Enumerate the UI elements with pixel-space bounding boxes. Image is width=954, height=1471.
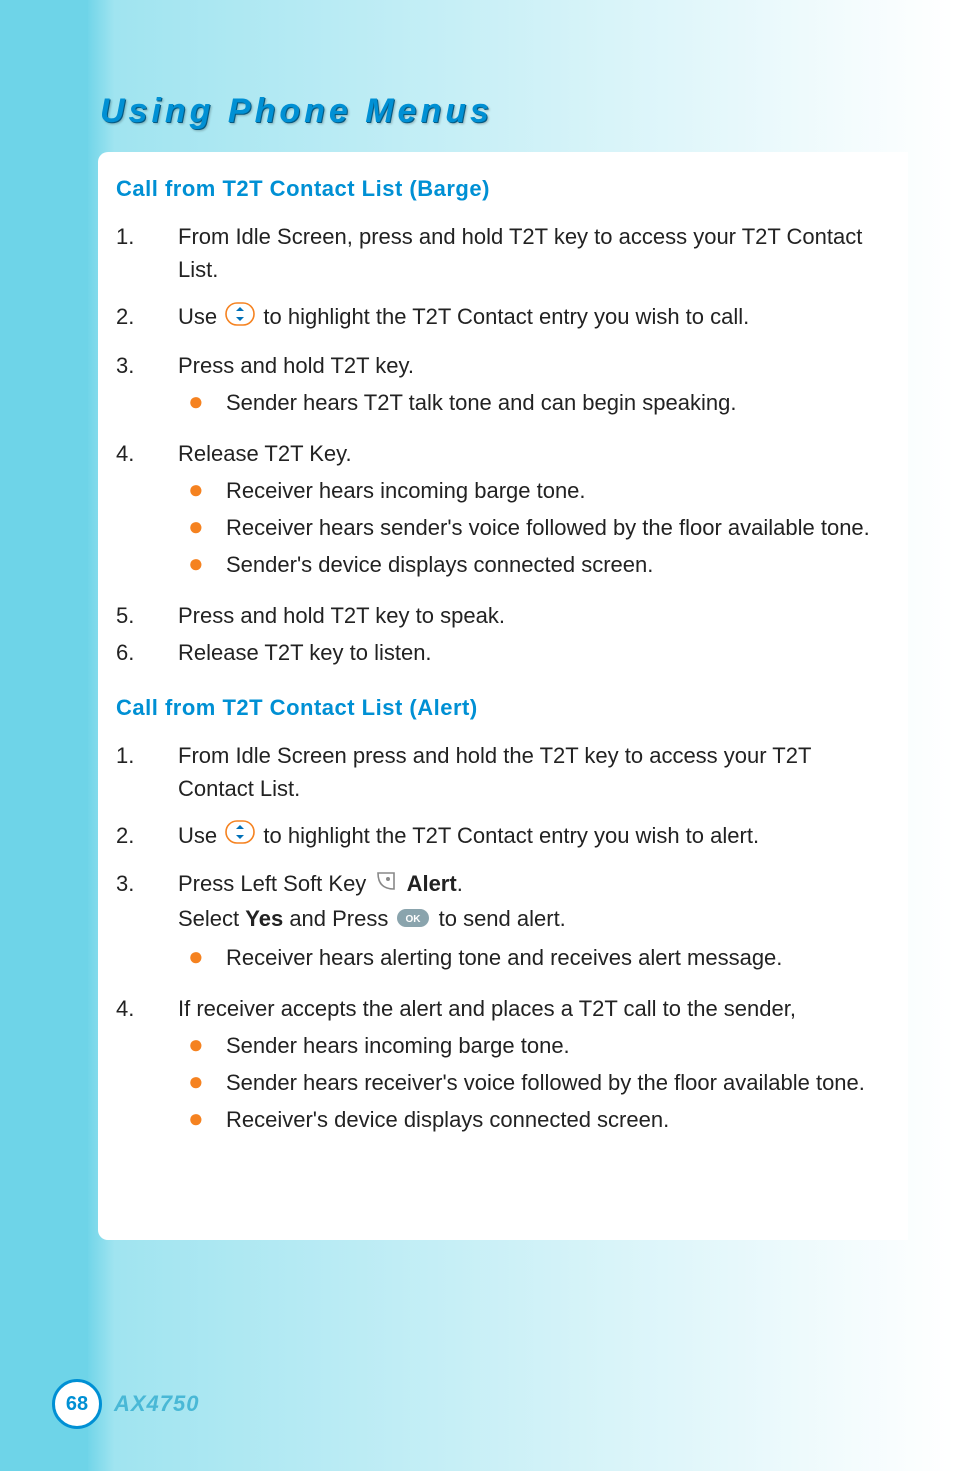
- bullet-text: Receiver hears sender's voice followed b…: [226, 511, 880, 544]
- bullet-dot-icon: ●: [178, 548, 226, 581]
- list-item: 6. Release T2T key to listen.: [116, 636, 880, 669]
- text-pre: Press Left Soft Key: [178, 871, 372, 896]
- bullet-text: Receiver hears incoming barge tone.: [226, 474, 880, 507]
- list-item: 1. From Idle Screen, press and hold T2T …: [116, 220, 880, 286]
- section2-heading: Call from T2T Contact List (Alert): [116, 695, 880, 721]
- step-text: From Idle Screen, press and hold T2T key…: [178, 220, 880, 286]
- step-body: If receiver accepts the alert and places…: [178, 992, 880, 1140]
- left-soft-key-icon: [374, 869, 398, 902]
- list-item: 5. Press and hold T2T key to speak.: [116, 599, 880, 632]
- bullet-text: Sender hears T2T talk tone and can begin…: [226, 386, 880, 419]
- ok-key-icon: OK: [396, 904, 430, 937]
- section2-steps: 1. From Idle Screen press and hold the T…: [116, 739, 880, 1140]
- text-post2: to send alert.: [439, 906, 566, 931]
- step-number: 3.: [116, 349, 178, 423]
- bullet-list: ●Sender hears T2T talk tone and can begi…: [178, 386, 880, 419]
- step-text: Press and hold T2T key to speak.: [178, 599, 880, 632]
- list-item: 4. Release T2T Key. ●Receiver hears inco…: [116, 437, 880, 585]
- bullet-list: ●Receiver hears incoming barge tone. ●Re…: [178, 474, 880, 581]
- bullet-dot-icon: ●: [178, 1103, 226, 1136]
- bullet-dot-icon: ●: [178, 941, 226, 974]
- bullet-text: Receiver hears alerting tone and receive…: [226, 941, 880, 974]
- step-body: Use to highlight the T2T Contact entry y…: [178, 300, 880, 335]
- step-number: 3.: [116, 867, 178, 977]
- step-number: 1.: [116, 739, 178, 805]
- bullet-item: ●Sender hears incoming barge tone.: [178, 1029, 880, 1062]
- bullet-item: ●Receiver's device displays connected sc…: [178, 1103, 880, 1136]
- bullet-item: ●Sender hears receiver's voice followed …: [178, 1066, 880, 1099]
- model-label: AX4750: [114, 1391, 200, 1417]
- text-pre2: Select: [178, 906, 245, 931]
- list-item: 4. If receiver accepts the alert and pla…: [116, 992, 880, 1140]
- bullet-dot-icon: ●: [178, 386, 226, 419]
- page-number: 68: [52, 1379, 102, 1429]
- bullet-list: ●Receiver hears alerting tone and receiv…: [178, 941, 880, 974]
- step-body: Use to highlight the T2T Contact entry y…: [178, 819, 880, 854]
- bullet-list: ●Sender hears incoming barge tone. ●Send…: [178, 1029, 880, 1136]
- step-number: 6.: [116, 636, 178, 669]
- svg-text:OK: OK: [406, 914, 422, 925]
- nav-up-down-icon: [225, 820, 255, 853]
- list-item: 1. From Idle Screen press and hold the T…: [116, 739, 880, 805]
- step-text: Press and hold T2T key.: [178, 353, 414, 378]
- yes-label: Yes: [245, 906, 283, 931]
- step-number: 2.: [116, 300, 178, 335]
- step-number: 2.: [116, 819, 178, 854]
- page-title: Using Phone Menus: [100, 92, 493, 131]
- step-text: If receiver accepts the alert and places…: [178, 996, 796, 1021]
- step-body: Press Left Soft Key Alert. Select Yes an…: [178, 867, 880, 977]
- step-number: 1.: [116, 220, 178, 286]
- step-text: From Idle Screen press and hold the T2T …: [178, 739, 880, 805]
- bullet-text: Receiver's device displays connected scr…: [226, 1103, 880, 1136]
- step-text: Release T2T key to listen.: [178, 636, 880, 669]
- bullet-item: ●Receiver hears alerting tone and receiv…: [178, 941, 880, 974]
- text-pre: Use: [178, 823, 223, 848]
- step-number: 4.: [116, 437, 178, 585]
- text-pre: Use: [178, 304, 223, 329]
- bullet-dot-icon: ●: [178, 1066, 226, 1099]
- list-item: 3. Press Left Soft Key Alert. Select Yes…: [116, 867, 880, 977]
- bullet-dot-icon: ●: [178, 511, 226, 544]
- list-item: 2. Use to highlight the T2T Contact entr…: [116, 819, 880, 854]
- list-item: 3. Press and hold T2T key. ●Sender hears…: [116, 349, 880, 423]
- bullet-text: Sender hears incoming barge tone.: [226, 1029, 880, 1062]
- step-number: 4.: [116, 992, 178, 1140]
- bullet-dot-icon: ●: [178, 1029, 226, 1062]
- bullet-item: ●Receiver hears sender's voice followed …: [178, 511, 880, 544]
- step-text: Release T2T Key.: [178, 441, 352, 466]
- bullet-text: Sender hears receiver's voice followed b…: [226, 1066, 880, 1099]
- footer: 68 AX4750: [52, 1379, 200, 1429]
- text-mid: and Press: [283, 906, 394, 931]
- list-item: 2. Use to highlight the T2T Contact entr…: [116, 300, 880, 335]
- text-post: to highlight the T2T Contact entry you w…: [263, 823, 759, 848]
- bullet-dot-icon: ●: [178, 474, 226, 507]
- bullet-text: Sender's device displays connected scree…: [226, 548, 880, 581]
- content-panel: Call from T2T Contact List (Barge) 1. Fr…: [98, 152, 908, 1240]
- bullet-item: ●Receiver hears incoming barge tone.: [178, 474, 880, 507]
- step-body: Press and hold T2T key. ●Sender hears T2…: [178, 349, 880, 423]
- section1-steps: 1. From Idle Screen, press and hold T2T …: [116, 220, 880, 669]
- step-body: Release T2T Key. ●Receiver hears incomin…: [178, 437, 880, 585]
- section1-heading: Call from T2T Contact List (Barge): [116, 176, 880, 202]
- alert-label: Alert: [407, 871, 457, 896]
- text-post: to highlight the T2T Contact entry you w…: [263, 304, 749, 329]
- bullet-item: ●Sender's device displays connected scre…: [178, 548, 880, 581]
- step-number: 5.: [116, 599, 178, 632]
- bullet-item: ●Sender hears T2T talk tone and can begi…: [178, 386, 880, 419]
- nav-up-down-icon: [225, 302, 255, 335]
- left-color-bar: [0, 0, 88, 1471]
- text-post: .: [457, 871, 463, 896]
